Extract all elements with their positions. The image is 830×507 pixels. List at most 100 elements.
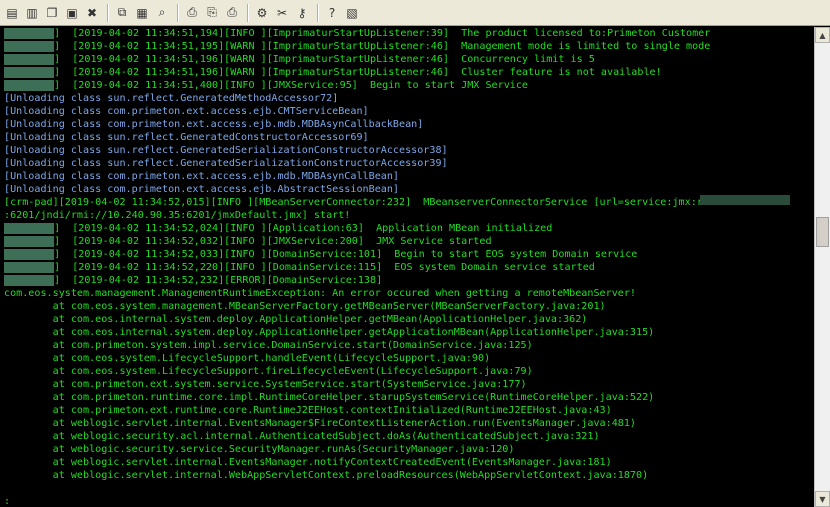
console-line: : bbox=[4, 495, 812, 507]
console-line-text: ] [2019-04-02 11:34:51,400][INFO ][JMXSe… bbox=[54, 80, 529, 91]
print-setup-icon[interactable]: ⎙ bbox=[183, 4, 201, 22]
console-line: :6201/jndi/rmi://10.240.90.35:6201/jmxDe… bbox=[4, 209, 812, 222]
console-line-text: ] [2019-04-02 11:34:52,232][ERROR][Domai… bbox=[54, 275, 383, 286]
console-line: ] [2019-04-02 11:34:51,196][WARN ][Impri… bbox=[4, 66, 812, 79]
console-line-text: [crm-pad][2019-04-02 11:34:52,015][INFO … bbox=[4, 197, 722, 208]
console-line: [Unloading class sun.reflect.GeneratedSe… bbox=[4, 157, 812, 170]
console-line-text: at weblogic.security.acl.internal.Authen… bbox=[4, 431, 600, 442]
console-line: at com.primeton.ext.runtime.core.Runtime… bbox=[4, 404, 812, 417]
console-line-text: at weblogic.servlet.internal.WebAppServl… bbox=[4, 470, 649, 481]
console-line-text: at weblogic.security.service.SecurityMan… bbox=[4, 444, 515, 455]
console-line-text: [Unloading class com.primeton.ext.access… bbox=[4, 171, 400, 182]
console-line: ] [2019-04-02 11:34:52,033][INFO ][Domai… bbox=[4, 248, 812, 261]
redacted-host-label bbox=[4, 261, 54, 273]
console-line: com.eos.system.management.ManagementRunt… bbox=[4, 287, 812, 300]
open-icon[interactable]: ❐ bbox=[43, 4, 61, 22]
console-line: [Unloading class com.primeton.ext.access… bbox=[4, 170, 812, 183]
settings-icon[interactable]: ⚙ bbox=[253, 4, 271, 22]
toolbar-separator bbox=[177, 3, 179, 22]
console-line: ] [2019-04-02 11:34:51,400][INFO ][JMXSe… bbox=[4, 79, 812, 92]
help-icon[interactable]: ? bbox=[323, 4, 341, 22]
redacted-host-label bbox=[4, 53, 54, 65]
duplicate-icon[interactable]: ▣ bbox=[63, 4, 81, 22]
console-line-text: at com.primeton.ext.runtime.core.Runtime… bbox=[4, 405, 612, 416]
console-line-text: at com.eos.internal.system.deploy.Applic… bbox=[4, 314, 588, 325]
print-preview-icon[interactable]: ⎘ bbox=[203, 4, 221, 22]
console-line: [Unloading class com.primeton.ext.access… bbox=[4, 183, 812, 196]
console-line: [Unloading class sun.reflect.GeneratedMe… bbox=[4, 92, 812, 105]
console-line: [Unloading class sun.reflect.GeneratedSe… bbox=[4, 144, 812, 157]
console-line-text: at weblogic.servlet.internal.EventsManag… bbox=[4, 418, 637, 429]
console-line: at com.eos.internal.system.deploy.Applic… bbox=[4, 326, 812, 339]
console-line-text: [Unloading class sun.reflect.GeneratedCo… bbox=[4, 132, 369, 143]
console-line-text: :6201/jndi/rmi://10.240.90.35:6201/jmxDe… bbox=[4, 210, 351, 221]
console-line: at weblogic.servlet.internal.WebAppServl… bbox=[4, 469, 812, 482]
console-line: at com.primeton.runtime.core.impl.Runtim… bbox=[4, 391, 812, 404]
vertical-scrollbar[interactable]: ▲ ▼ bbox=[814, 27, 830, 507]
console-line: ] [2019-04-02 11:34:52,232][ERROR][Domai… bbox=[4, 274, 812, 287]
console-line-text: ] [2019-04-02 11:34:51,194][INFO ][Impri… bbox=[54, 28, 711, 39]
options-icon[interactable]: ▧ bbox=[343, 4, 361, 22]
console-line-text: at com.primeton.ext.system.service.Syste… bbox=[4, 379, 527, 390]
console-line-text: at com.eos.system.management.MBeanServer… bbox=[4, 301, 606, 312]
console-line: at com.eos.internal.system.deploy.Applic… bbox=[4, 313, 812, 326]
scroll-down-arrow-icon[interactable]: ▼ bbox=[815, 491, 830, 507]
print-icon[interactable]: ⎙ bbox=[223, 4, 241, 22]
console-line-text: [Unloading class com.primeton.ext.access… bbox=[4, 119, 424, 130]
console-line: [Unloading class com.primeton.ext.access… bbox=[4, 118, 812, 131]
console-line-text: ] [2019-04-02 11:34:51,195][WARN ][Impri… bbox=[54, 41, 711, 52]
console-line-text: [Unloading class sun.reflect.GeneratedMe… bbox=[4, 93, 339, 104]
console-line: at weblogic.security.service.SecurityMan… bbox=[4, 443, 812, 456]
console-line-text: ] [2019-04-02 11:34:52,033][INFO ][Domai… bbox=[54, 249, 638, 260]
console-output[interactable]: ] [2019-04-02 11:34:51,194][INFO ][Impri… bbox=[0, 27, 812, 507]
new-window-icon[interactable]: ▤ bbox=[3, 4, 21, 22]
new-session-icon[interactable]: ▥ bbox=[23, 4, 41, 22]
console-line-text: at com.eos.system.LifecycleSupport.fireL… bbox=[4, 366, 533, 377]
console-line-text: [Unloading class com.primeton.ext.access… bbox=[4, 106, 369, 117]
console-line: [crm-pad][2019-04-02 11:34:52,015][INFO … bbox=[4, 196, 812, 209]
console-line-text: [Unloading class sun.reflect.GeneratedSe… bbox=[4, 158, 448, 169]
console-line: ] [2019-04-02 11:34:52,220][INFO ][Domai… bbox=[4, 261, 812, 274]
console-line-text: [Unloading class com.primeton.ext.access… bbox=[4, 184, 400, 195]
console-line: at weblogic.servlet.internal.EventsManag… bbox=[4, 417, 812, 430]
copy-icon[interactable]: ⧉ bbox=[113, 4, 131, 22]
redacted-host-label bbox=[4, 235, 54, 247]
toolbar-separator bbox=[317, 3, 319, 22]
toolbar: ▤ ▥ ❐ ▣ ✖ ⧉ ▦ ⌕ ⎙ ⎘ ⎙ ⚙ ✂ ⚷? ▧ bbox=[0, 0, 830, 26]
console-line-text: : bbox=[4, 496, 11, 507]
redacted-host-label bbox=[4, 66, 54, 78]
console-line: ] [2019-04-02 11:34:51,195][WARN ][Impri… bbox=[4, 40, 812, 53]
console-line: at com.eos.system.LifecycleSupport.fireL… bbox=[4, 365, 812, 378]
console-line-text: at com.eos.internal.system.deploy.Applic… bbox=[4, 327, 655, 338]
console-line: at com.eos.system.LifecycleSupport.handl… bbox=[4, 352, 812, 365]
console-line-text: at com.eos.system.LifecycleSupport.handl… bbox=[4, 353, 491, 364]
redacted-host-label bbox=[4, 40, 54, 52]
console-line: at weblogic.security.acl.internal.Authen… bbox=[4, 430, 812, 443]
console-line-text: com.eos.system.management.ManagementRunt… bbox=[4, 288, 637, 299]
redacted-host-label bbox=[4, 27, 54, 39]
console-line-text: ] [2019-04-02 11:34:52,032][INFO ][JMXSe… bbox=[54, 236, 492, 247]
console-line: ] [2019-04-02 11:34:52,032][INFO ][JMXSe… bbox=[4, 235, 812, 248]
console-line: ] [2019-04-02 11:34:51,194][INFO ][Impri… bbox=[4, 27, 812, 40]
console-line-text: ] [2019-04-02 11:34:51,196][WARN ][Impri… bbox=[54, 67, 662, 78]
redacted-host-label bbox=[4, 222, 54, 234]
toolbar-separator bbox=[107, 3, 109, 22]
console-line-text: ] [2019-04-02 11:34:52,024][INFO ][Appli… bbox=[54, 223, 553, 234]
redacted-region bbox=[700, 195, 790, 205]
console-line: [Unloading class sun.reflect.GeneratedCo… bbox=[4, 131, 812, 144]
scrollbar-thumb[interactable] bbox=[816, 217, 829, 247]
toolbar-separator bbox=[247, 3, 249, 22]
scroll-up-arrow-icon[interactable]: ▲ bbox=[815, 27, 830, 43]
close-session-icon[interactable]: ✖ bbox=[83, 4, 101, 22]
console-line-text: at com.primeton.system.impl.service.Doma… bbox=[4, 340, 533, 351]
tools-icon[interactable]: ✂ bbox=[273, 4, 291, 22]
console-line: [Unloading class com.primeton.ext.access… bbox=[4, 105, 812, 118]
console-line: ] [2019-04-02 11:34:52,024][INFO ][Appli… bbox=[4, 222, 812, 235]
console-line: at com.primeton.ext.system.service.Syste… bbox=[4, 378, 812, 391]
paste-icon[interactable]: ▦ bbox=[133, 4, 151, 22]
find-icon[interactable]: ⌕ bbox=[153, 4, 171, 22]
key-icon[interactable]: ⚷ bbox=[293, 4, 311, 22]
console-line: at com.primeton.system.impl.service.Doma… bbox=[4, 339, 812, 352]
console-line: ] [2019-04-02 11:34:51,196][WARN ][Impri… bbox=[4, 53, 812, 66]
